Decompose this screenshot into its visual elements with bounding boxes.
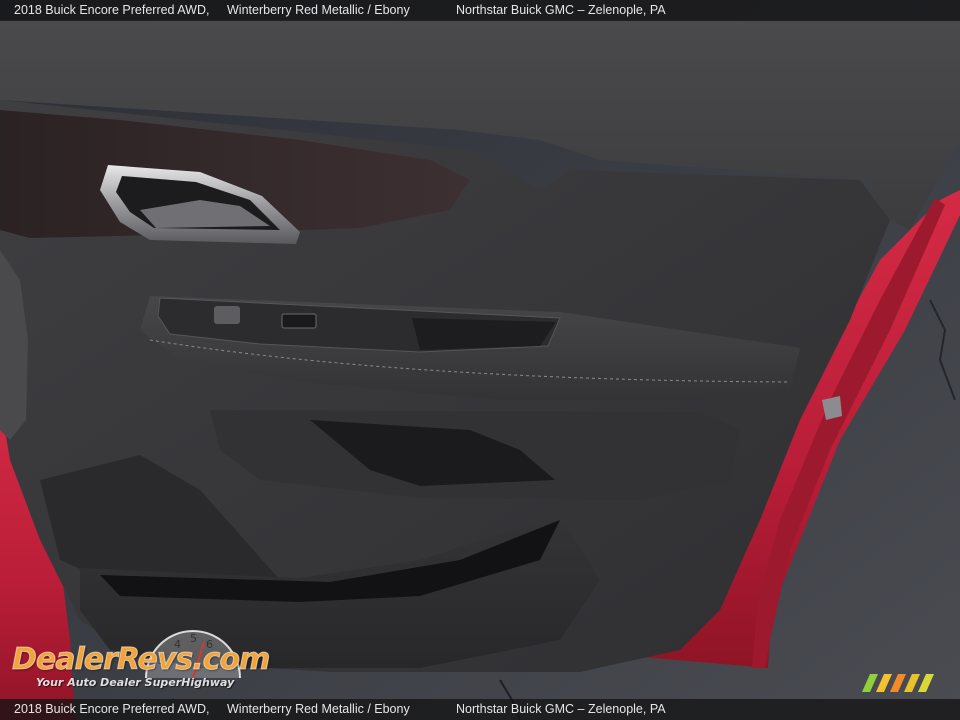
- stripe: [876, 674, 892, 692]
- caption-dealer: Northstar Buick GMC – Zelenople, PA: [456, 3, 666, 17]
- photo-stage: 2018 Buick Encore Preferred AWD, Winterb…: [0, 0, 960, 720]
- stripe: [904, 674, 920, 692]
- caption-bar-top: 2018 Buick Encore Preferred AWD, Winterb…: [0, 0, 960, 21]
- caption-bar-bottom: 2018 Buick Encore Preferred AWD, Winterb…: [0, 699, 960, 720]
- lock-switch-icon: [281, 313, 317, 329]
- caption-color: Winterberry Red Metallic / Ebony: [227, 3, 410, 17]
- caption-vehicle: 2018 Buick Encore Preferred AWD,: [14, 702, 210, 716]
- stripe: [862, 674, 878, 692]
- car-door-interior-photo: [0, 0, 960, 720]
- window-switch-icon: [214, 306, 240, 324]
- dealerrevs-watermark: 3 4 5 6 7 DealerRevs.com Your Auto Deale…: [10, 622, 271, 694]
- caption-vehicle: 2018 Buick Encore Preferred AWD,: [14, 3, 210, 17]
- watermark-tagline: Your Auto Dealer SuperHighway: [36, 676, 235, 689]
- pull-cup: [412, 318, 556, 350]
- watermark-brand: DealerRevs.com: [11, 642, 270, 678]
- dealerrevs-stripes-logo: [862, 674, 934, 692]
- stripe: [918, 674, 934, 692]
- caption-color: Winterberry Red Metallic / Ebony: [227, 702, 410, 716]
- caption-dealer: Northstar Buick GMC – Zelenople, PA: [456, 702, 666, 716]
- stripe: [890, 674, 906, 692]
